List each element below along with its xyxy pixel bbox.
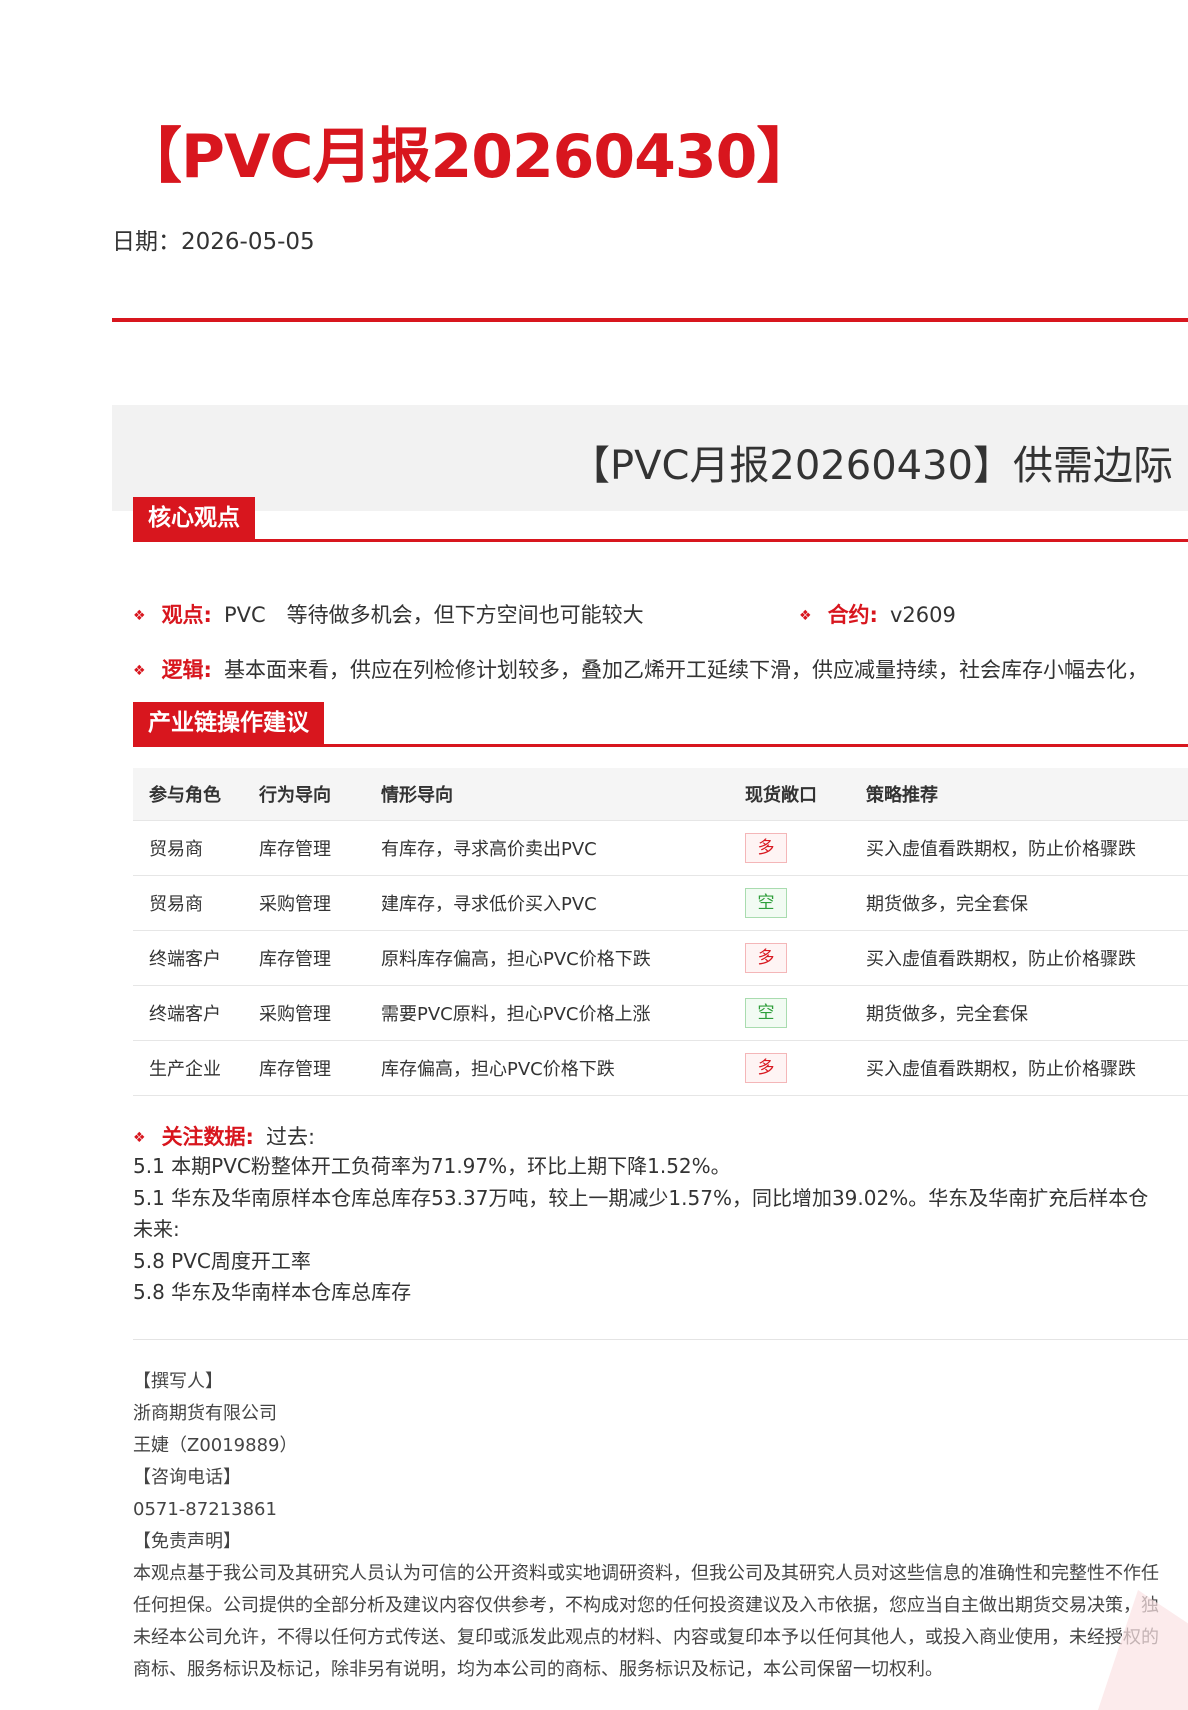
strategy-table: 参与角色 行为导向 情形导向 现货敞口 策略推荐 贸易商 库存管理 有库存，寻求高价… [133,768,1188,1096]
banner-title: 【PVC月报20260430】供需边际 [570,443,1174,489]
table-row: 终端客户 采购管理 需要PVC原料，担心PVC价格上涨 空 期货做多，完全套保 [133,986,1188,1041]
cell-situation: 建库存，寻求低价买入PVC [381,894,597,915]
past-label: 过去: [265,1125,316,1149]
cell-strategy: 买入虚值看跌期权，防止价格骤跌 [866,949,1136,970]
footer-line: 0571-87213861 [133,1499,277,1520]
cell-strategy: 期货做多，完全套保 [866,1004,1028,1025]
focus-label: 关注数据: [161,1125,254,1149]
cell-exposure: 多 [745,1053,866,1083]
cell-situation: 需要PVC原料，担心PVC价格上涨 [381,1004,651,1025]
past-item: 5.1 华东及华南原样本仓库总库存53.37万吨，较上一期减少1.57%，同比增… [133,1185,1149,1210]
cell-role: 终端客户 [149,949,221,970]
past-item: 5.1 本期PVC粉整体开工负荷率为71.97%，环比上期下降1.52%。 [133,1154,731,1178]
view-text: PVC 等待做多机会，但下方空间也可能较大 [223,603,644,627]
industry-section-header: 产业链操作建议 [133,702,1188,747]
logic-label: 逻辑: [161,658,212,682]
footer-line: 浙商期货有限公司 [133,1403,277,1424]
cell-behavior: 库存管理 [259,949,331,970]
cell-behavior: 采购管理 [259,894,331,915]
logic-row: ❖ 逻辑: 基本面来看，供应在列检修计划较多，叠加乙烯开工延续下滑，供应减量持续，社… [133,654,1148,684]
col-header-strategy: 策略推荐 [866,785,938,806]
footer: 【撰写人】浙商期货有限公司 王婕（Z0019889） 【咨询电话】 0571-8721… [133,1366,1159,1686]
footer-line: 任何担保。公司提供的全部分析及建议内容仅供参考，不构成对您的任何投资建议及入市依… [133,1595,1159,1616]
footer-line: 【咨询电话】 [133,1467,241,1488]
cell-behavior: 库存管理 [259,1059,331,1080]
table-body: 贸易商 库存管理 有库存，寻求高价卖出PVC 多买入虚值看跌期权，防止价格骤跌 贸易商采… [133,821,1188,1096]
cell-exposure: 多 [745,833,866,863]
diamond-bullet-icon: ❖ [133,1130,146,1146]
future-item: 5.8 PVC周度开工率 [133,1248,311,1273]
contract-row: ❖ 合约: v2609 [799,599,956,629]
table-row: 生产企业 库存管理 库存偏高，担心PVC价格下跌 多 买入虚值看跌期权，防止价格骤跌 [133,1041,1188,1096]
logic-text: 基本面来看，供应在列检修计划较多，叠加乙烯开工延续下滑，供应减量持续，社会库存小… [223,658,1148,682]
core-view-section-header: 核心观点 [133,497,1188,542]
col-header-role: 参与角色 [149,785,221,806]
exposure-badge: 多 [745,833,787,863]
diamond-bullet-icon: ❖ [799,608,812,624]
diamond-bullet-icon: ❖ [133,608,146,624]
article-banner: 【PVC月报20260430】供需边际 [112,405,1188,511]
focus-row: ❖ 关注数据: 过去: [133,1121,315,1151]
cell-exposure: 空 [745,998,866,1028]
footer-line: 【免责声明】 [133,1531,241,1552]
cell-behavior: 采购管理 [259,1004,331,1025]
col-header-exposure: 现货敞口 [745,785,817,806]
title-divider [112,318,1188,322]
exposure-badge: 空 [745,888,787,918]
table-row: 贸易商 采购管理 建库存，寻求低价买入PVC 空 期货做多，完全套保 [133,876,1188,931]
footer-line: 未经本公司允许，不得以任何方式传送、复印或派发此观点的材料、内容或复印本予以任何… [133,1627,1159,1648]
footer-line: 商标、服务标识及标记，除非另有说明，均为本公司的商标、服务标识及标记，本公司保留… [133,1659,943,1680]
cell-role: 生产企业 [149,1059,221,1080]
contract-text: v2609 [889,603,956,627]
footer-line: 王婕（Z0019889） [133,1435,298,1456]
publish-date: 日期：2026-05-05 [112,229,315,255]
cell-role: 贸易商 [149,894,203,915]
focus-data-list: 5.1 本期PVC粉整体开工负荷率为71.97%，环比上期下降1.52%。 5.… [133,1151,1148,1309]
col-header-behavior: 行为导向 [259,785,331,806]
view-label: 观点: [161,603,212,627]
cell-situation: 库存偏高，担心PVC价格下跌 [381,1059,615,1080]
exposure-badge: 空 [745,998,787,1028]
future-item: 5.8 华东及华南样本仓库总库存 [133,1280,412,1304]
contract-label: 合约: [827,603,878,627]
exposure-badge: 多 [745,943,787,973]
cell-role: 贸易商 [149,839,203,860]
table-header-row: 参与角色 行为导向 情形导向 现货敞口 策略推荐 [133,768,1188,821]
exposure-badge: 多 [745,1053,787,1083]
view-row: ❖ 观点: PVC 等待做多机会，但下方空间也可能较大 [133,599,644,629]
cell-strategy: 买入虚值看跌期权，防止价格骤跌 [866,839,1136,860]
diamond-bullet-icon: ❖ [133,663,146,679]
cell-strategy: 买入虚值看跌期权，防止价格骤跌 [866,1059,1136,1080]
footer-line: 【撰写人】 [133,1371,223,1392]
industry-tag: 产业链操作建议 [133,702,324,744]
page-title: 【PVC月报20260430】 [122,122,816,192]
cell-situation: 原料库存偏高，担心PVC价格下跌 [381,949,651,970]
cell-exposure: 多 [745,943,866,973]
table-row: 贸易商 库存管理 有库存，寻求高价卖出PVC 多 买入虚值看跌期权，防止价格骤跌 [133,821,1188,876]
cell-exposure: 空 [745,888,866,918]
future-label: 未来: [133,1217,180,1241]
core-view-tag: 核心观点 [133,497,255,539]
cell-behavior: 库存管理 [259,839,331,860]
col-header-situation: 情形导向 [381,785,453,806]
cell-strategy: 期货做多，完全套保 [866,894,1028,915]
footer-divider [133,1339,1188,1340]
footer-line: 本观点基于我公司及其研究人员认为可信的公开资料或实地调研资料，但我公司及其研究人… [133,1563,1159,1584]
cell-role: 终端客户 [149,1004,221,1025]
cell-situation: 有库存，寻求高价卖出PVC [381,839,597,860]
table-row: 终端客户 库存管理 原料库存偏高，担心PVC价格下跌 多 买入虚值看跌期权，防止价格骤跌 [133,931,1188,986]
